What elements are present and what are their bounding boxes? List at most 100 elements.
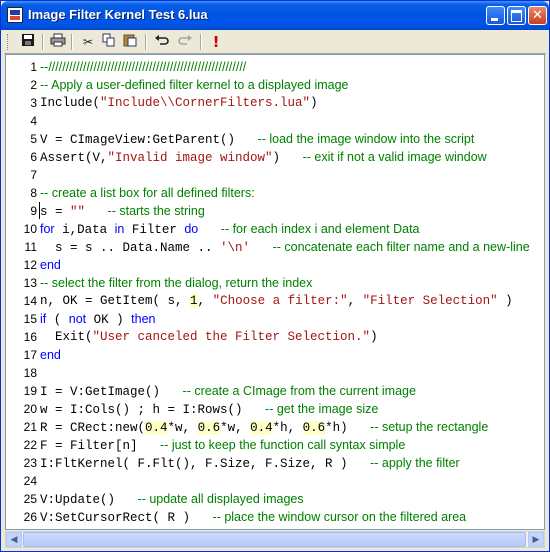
code-line[interactable]: 10 for i,Data in Filter do -- for each in… xyxy=(6,220,544,238)
toolbar: ✂ ! xyxy=(4,31,546,54)
code-line[interactable]: 13 -- select the filter from the dialog, … xyxy=(6,274,544,292)
code-line[interactable]: 21 R = CRect:new(0.4*w, 0.6*w, 0.4*h, 0.6… xyxy=(6,418,544,436)
scroll-thumb[interactable] xyxy=(23,532,526,547)
minimize-button[interactable] xyxy=(486,6,505,25)
code-text: --//////////////////////////////////////… xyxy=(40,60,247,74)
line-number: 2 xyxy=(30,78,37,92)
code-line[interactable]: 26 V:SetCursorRect( R ) -- place the wind… xyxy=(6,508,544,526)
code-text: end xyxy=(40,348,61,362)
code-line[interactable]: 3 Include("Include\\CornerFilters.lua") xyxy=(6,94,544,112)
code-line[interactable]: 4 xyxy=(6,112,544,130)
line-number: 10 xyxy=(23,222,37,236)
code-line[interactable]: 15 if ( not OK ) then xyxy=(6,310,544,328)
redo-icon[interactable] xyxy=(176,33,194,51)
toolbar-separator xyxy=(71,34,73,50)
line-number: 11 xyxy=(24,240,37,254)
paste-icon[interactable] xyxy=(121,33,139,51)
code-text: n, OK = GetItem( s, 1, "Choose a filter:… xyxy=(40,294,513,308)
lua-app-icon xyxy=(7,7,23,23)
code-editor[interactable]: 1 --/////////////////////////////////////… xyxy=(5,54,545,530)
code-text: -- Apply a user-defined filter kernel to… xyxy=(40,78,349,92)
code-line[interactable]: 12 end xyxy=(6,256,544,274)
line-number: 9 xyxy=(30,204,37,218)
toolbar-gripper[interactable] xyxy=(7,34,11,50)
print-icon[interactable] xyxy=(49,33,67,51)
code-text: I:FltKernel( F.Flt(), F.Size, F.Size, R … xyxy=(40,456,460,471)
code-line[interactable]: 18 xyxy=(6,364,544,382)
line-number: 14 xyxy=(23,294,37,308)
undo-icon[interactable] xyxy=(153,33,171,51)
line-number: 13 xyxy=(23,276,37,290)
line-number: 25 xyxy=(23,492,37,506)
code-line[interactable]: 16 Exit("User canceled the Filter Select… xyxy=(6,328,544,346)
line-number: 8 xyxy=(30,186,37,200)
code-text: V:SetCursorRect( R ) -- place the window… xyxy=(40,510,467,525)
code-line[interactable]: 7 xyxy=(6,166,544,184)
toolbar-separator xyxy=(145,34,147,50)
line-number: 4 xyxy=(30,114,37,128)
line-number: 5 xyxy=(30,132,37,146)
line-number: 6 xyxy=(30,150,37,164)
code-line[interactable]: 9s = "" -- starts the string xyxy=(6,202,544,220)
code-text: V:Update() -- update all displayed image… xyxy=(40,492,304,507)
editor-window: Image Filter Kernel Test 6.lua ✕ ✂ ! 1 -… xyxy=(0,0,550,552)
code-line[interactable]: 1 --/////////////////////////////////////… xyxy=(6,58,544,76)
code-line[interactable]: 14 n, OK = GetItem( s, 1, "Choose a filte… xyxy=(6,292,544,310)
toolbar-separator xyxy=(200,34,202,50)
maximize-button[interactable] xyxy=(507,6,526,25)
code-line[interactable]: 11 s = s .. Data.Name .. '\n' -- concate… xyxy=(6,238,544,256)
code-line[interactable]: 23 I:FltKernel( F.Flt(), F.Size, F.Size, … xyxy=(6,454,544,472)
code-line[interactable]: 19 I = V:GetImage() -- create a CImage fr… xyxy=(6,382,544,400)
cut-icon[interactable]: ✂ xyxy=(79,33,97,51)
code-text: Assert(V,"Invalid image window") -- exit… xyxy=(40,150,487,165)
code-text: R = CRect:new(0.4*w, 0.6*w, 0.4*h, 0.6*h… xyxy=(40,420,489,435)
title-bar[interactable]: Image Filter Kernel Test 6.lua ✕ xyxy=(1,1,549,30)
code-text: -- create a list box for all defined fil… xyxy=(40,186,255,200)
code-text: Exit("User canceled the Filter Selection… xyxy=(40,330,378,344)
code-text: if ( not OK ) then xyxy=(40,312,156,327)
code-line[interactable]: 2 -- Apply a user-defined filter kernel t… xyxy=(6,76,544,94)
close-button[interactable]: ✕ xyxy=(528,6,547,25)
code-line[interactable]: 22 F = Filter[n] -- just to keep the func… xyxy=(6,436,544,454)
line-number: 19 xyxy=(23,384,37,398)
code-line[interactable]: 17 end xyxy=(6,346,544,364)
toolbar-separator xyxy=(42,34,44,50)
code-line[interactable]: 25 V:Update() -- update all displayed ima… xyxy=(6,490,544,508)
line-number: 21 xyxy=(23,420,37,434)
line-number: 17 xyxy=(23,348,37,362)
line-number: 22 xyxy=(23,438,37,452)
line-number: 26 xyxy=(23,510,37,524)
line-number: 1 xyxy=(30,60,37,74)
line-number: 3 xyxy=(30,96,37,110)
code-line[interactable]: 5V = CImageView:GetParent() -- load the … xyxy=(6,130,544,148)
save-icon[interactable] xyxy=(19,33,37,51)
copy-icon[interactable] xyxy=(100,33,118,51)
scroll-right-button[interactable]: ▶ xyxy=(528,532,544,547)
line-number: 12 xyxy=(23,258,37,272)
line-number: 16 xyxy=(23,330,37,344)
scroll-left-button[interactable]: ◀ xyxy=(6,532,22,547)
code-line[interactable]: 8 -- create a list box for all defined fi… xyxy=(6,184,544,202)
code-text: for i,Data in Filter do -- for each inde… xyxy=(40,222,420,237)
line-number: 7 xyxy=(30,168,37,182)
line-number: 15 xyxy=(23,312,37,326)
window-title: Image Filter Kernel Test 6.lua xyxy=(28,7,208,22)
code-line[interactable]: 20 w = I:Cols() ; h = I:Rows() -- get the… xyxy=(6,400,544,418)
line-number: 20 xyxy=(23,402,37,416)
code-text: s = s .. Data.Name .. '\n' -- concatenat… xyxy=(40,240,530,255)
code-text: end xyxy=(40,258,61,272)
line-number: 24 xyxy=(23,474,37,488)
code-text: I = V:GetImage() -- create a CImage from… xyxy=(40,384,416,399)
code-text: s = "" -- starts the string xyxy=(40,204,205,219)
code-text: w = I:Cols() ; h = I:Rows() -- get the i… xyxy=(40,402,379,417)
code-line[interactable]: 6 Assert(V,"Invalid image window") -- exi… xyxy=(6,148,544,166)
line-number: 18 xyxy=(23,366,37,380)
line-number: 23 xyxy=(23,456,37,470)
code-text: Include("Include\\CornerFilters.lua") xyxy=(40,96,318,110)
code-text: V = CImageView:GetParent() -- load the i… xyxy=(40,132,475,147)
horizontal-scrollbar[interactable]: ◀ ▶ xyxy=(5,531,545,548)
code-text: F = Filter[n] -- just to keep the functi… xyxy=(40,438,406,453)
code-line[interactable]: 24 xyxy=(6,472,544,490)
run-icon[interactable]: ! xyxy=(207,33,225,51)
code-text: -- select the filter from the dialog, re… xyxy=(40,276,313,290)
